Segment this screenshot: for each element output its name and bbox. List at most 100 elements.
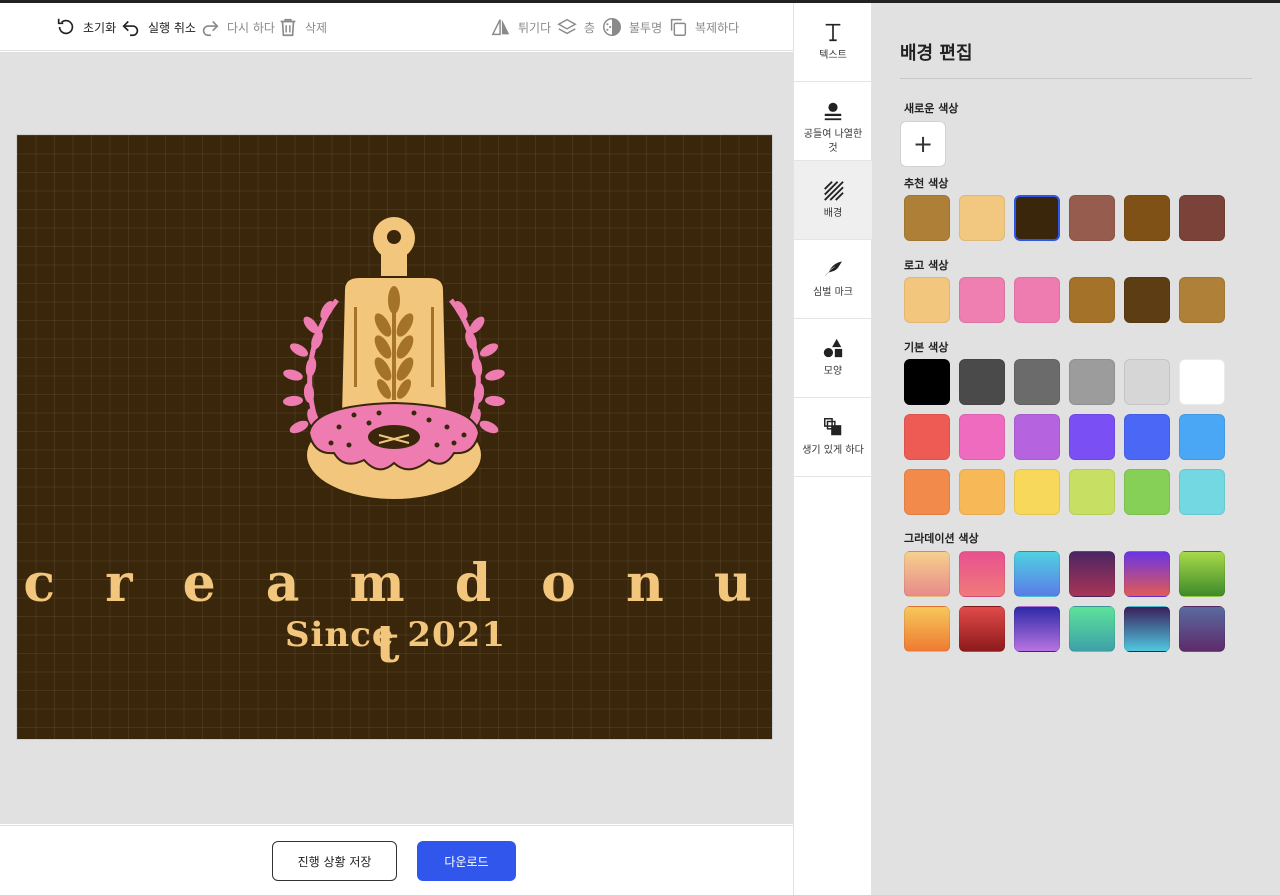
gradient-color-swatch[interactable] [1179, 606, 1225, 652]
background-edit-panel: 배경 편집 새로운 색상 + 추천 색상 로고 색상 기본 색상 그라데이션 색… [872, 3, 1280, 895]
animate-icon [824, 418, 842, 436]
trash-icon [280, 18, 296, 37]
side-tool-shapes[interactable]: 모양 [794, 319, 872, 398]
gradient-color-swatch[interactable] [959, 551, 1005, 597]
logo-color-swatch[interactable] [959, 277, 1005, 323]
gradient-color-swatch[interactable] [1014, 551, 1060, 597]
basic-color-swatch[interactable] [1069, 359, 1115, 405]
flip-icon [491, 19, 510, 36]
gradient-color-swatch[interactable] [1124, 606, 1170, 652]
side-tool-label: 공들여 나열한 것 [803, 129, 863, 154]
design-canvas[interactable]: c r e a m d o n u t Since 2021 [16, 134, 773, 740]
symbol-icon [824, 261, 843, 277]
gradient-colors-label: 그라데이션 색상 [904, 532, 979, 545]
redo-icon [202, 20, 219, 37]
redo-button[interactable]: 다시 하다 [199, 15, 275, 39]
align-icon [824, 102, 842, 121]
gradient-color-swatch[interactable] [959, 606, 1005, 652]
gradient-color-swatch[interactable] [904, 551, 950, 597]
gradient-color-swatch[interactable] [1014, 606, 1060, 652]
gradient-color-swatch[interactable] [1124, 551, 1170, 597]
gradient-color-swatch[interactable] [1069, 551, 1115, 597]
duplicate-label: 복제하다 [695, 20, 740, 35]
layers-icon [557, 18, 577, 35]
basic-color-swatch[interactable] [1069, 469, 1115, 515]
plus-icon: + [912, 130, 934, 158]
side-tool-animate[interactable]: 생기 있게 하다 [794, 398, 872, 477]
side-tool-symbol[interactable]: 심벌 마크 [794, 240, 872, 319]
new-color-label: 새로운 색상 [904, 102, 959, 115]
basic-color-swatch[interactable] [1014, 469, 1060, 515]
basic-color-swatch[interactable] [904, 414, 950, 460]
logo-color-swatch[interactable] [1124, 277, 1170, 323]
side-tool-text[interactable]: 텍스트 [794, 3, 872, 82]
logo-color-swatch[interactable] [1014, 277, 1060, 323]
opacity-icon [603, 18, 621, 36]
basic-color-swatch[interactable] [904, 359, 950, 405]
basic-color-swatch[interactable] [1179, 414, 1225, 460]
gradient-color-swatch[interactable] [904, 606, 950, 652]
opacity-button[interactable]: 불투명 [601, 15, 662, 39]
donut-logo-graphic[interactable] [269, 215, 519, 505]
add-color-button[interactable]: + [900, 121, 946, 167]
duplicate-icon [670, 18, 687, 36]
reset-button[interactable]: 초기화 [55, 15, 116, 39]
layer-button[interactable]: 층 [556, 15, 595, 39]
undo-label: 실행 취소 [148, 20, 196, 35]
reset-icon [57, 18, 74, 35]
opacity-label: 불투명 [629, 20, 663, 35]
basic-color-swatch[interactable] [959, 359, 1005, 405]
logo-colors-label: 로고 색상 [904, 259, 949, 272]
side-tool-align[interactable]: 공들여 나열한 것 [794, 82, 872, 161]
panel-title: 배경 편집 [900, 43, 973, 64]
recommended-color-swatch[interactable] [1014, 195, 1060, 241]
basic-colors-row [904, 359, 1234, 405]
bottom-action-bar: 진행 상황 저장 다운로드 [0, 825, 793, 895]
basic-color-swatch[interactable] [1014, 414, 1060, 460]
basic-color-swatch[interactable] [1124, 359, 1170, 405]
side-tool-menu: 텍스트 공들여 나열한 것 배경 심벌 마크 모양 생기 있게 하다 [793, 3, 872, 895]
background-icon [824, 181, 844, 201]
flip-label: 튀기다 [518, 20, 552, 35]
recommended-colors-label: 추천 색상 [904, 177, 949, 190]
basic-color-swatch[interactable] [1124, 469, 1170, 515]
recommended-color-swatch[interactable] [1124, 195, 1170, 241]
basic-color-swatch[interactable] [904, 469, 950, 515]
duplicate-button[interactable]: 복제하다 [667, 15, 739, 39]
logo-color-swatch[interactable] [1179, 277, 1225, 323]
editor-toolbar: 초기화 실행 취소 다시 하다 삭제 튀기다 층 불투명 복제하다 [0, 3, 793, 51]
brand-name-text[interactable]: c r e a m d o n u t [17, 553, 772, 675]
basic-color-swatch[interactable] [1179, 359, 1225, 405]
side-tool-background[interactable]: 배경 [794, 161, 872, 240]
recommended-color-swatch[interactable] [959, 195, 1005, 241]
gradient-colors-row [904, 606, 1234, 652]
recommended-color-swatch[interactable] [904, 195, 950, 241]
flip-button[interactable]: 튀기다 [490, 15, 551, 39]
save-progress-button[interactable]: 진행 상황 저장 [272, 841, 397, 881]
side-tool-label: 생기 있게 하다 [802, 445, 864, 456]
layer-label: 층 [584, 20, 596, 35]
basic-color-swatch[interactable] [959, 469, 1005, 515]
logo-color-swatch[interactable] [1069, 277, 1115, 323]
shapes-icon [823, 338, 843, 358]
gradient-color-swatch[interactable] [1179, 551, 1225, 597]
reset-label: 초기화 [83, 20, 117, 35]
delete-button[interactable]: 삭제 [277, 15, 327, 39]
basic-color-swatch[interactable] [1124, 414, 1170, 460]
side-tool-label: 모양 [823, 366, 843, 377]
logo-color-swatch[interactable] [904, 277, 950, 323]
redo-label: 다시 하다 [227, 20, 275, 35]
download-button[interactable]: 다운로드 [417, 841, 516, 881]
recommended-color-swatch[interactable] [1179, 195, 1225, 241]
basic-color-swatch[interactable] [959, 414, 1005, 460]
gradient-colors-row [904, 551, 1234, 597]
basic-color-swatch[interactable] [1179, 469, 1225, 515]
basic-colors-row [904, 469, 1234, 515]
basic-color-swatch[interactable] [1014, 359, 1060, 405]
logo-colors-row [904, 277, 1234, 323]
recommended-color-swatch[interactable] [1069, 195, 1115, 241]
slogan-text[interactable]: Since 2021 [17, 615, 772, 655]
gradient-color-swatch[interactable] [1069, 606, 1115, 652]
basic-color-swatch[interactable] [1069, 414, 1115, 460]
undo-button[interactable]: 실행 취소 [120, 15, 196, 39]
